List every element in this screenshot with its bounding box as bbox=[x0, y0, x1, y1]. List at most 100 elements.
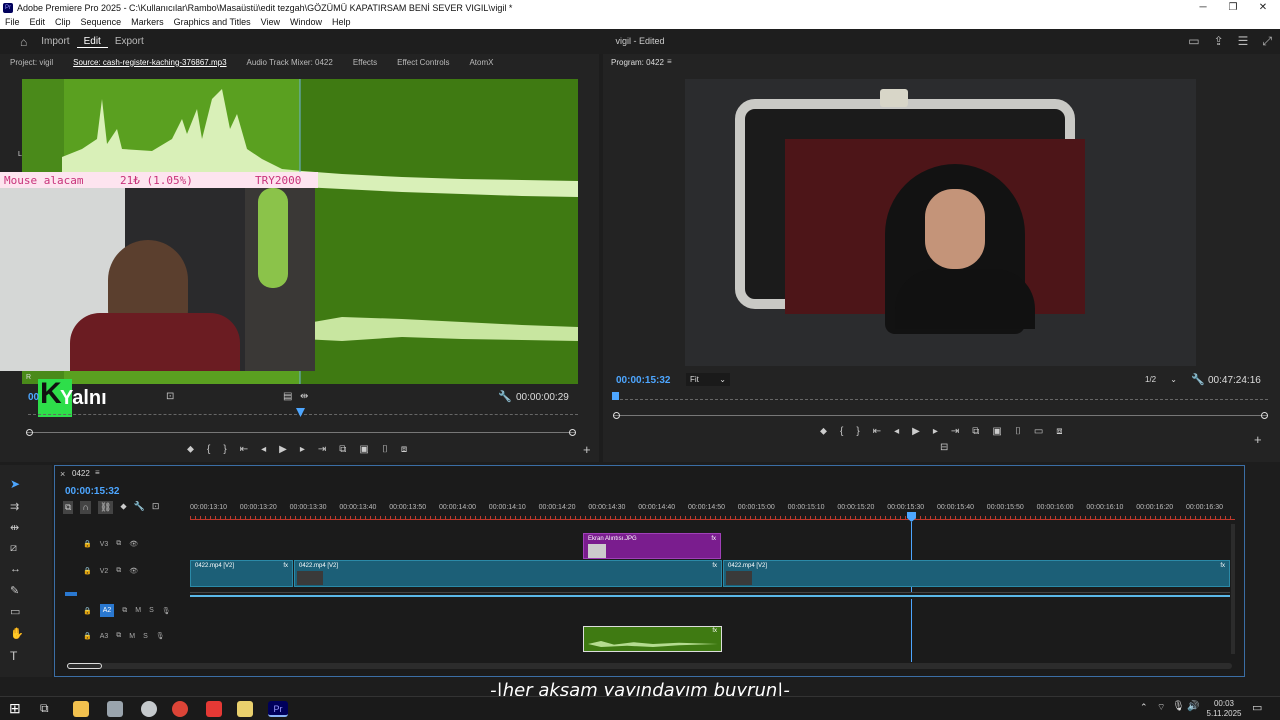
program-wrench-icon[interactable]: 🔧 bbox=[1191, 373, 1205, 386]
drag-video-icon[interactable]: ⇹ bbox=[300, 391, 308, 402]
program-add-marker-icon[interactable]: ⬥ bbox=[820, 426, 827, 437]
mute-button[interactable]: M bbox=[135, 607, 141, 614]
selection-tool-icon[interactable]: ➤ bbox=[10, 477, 20, 491]
overwrite-clip-icon[interactable]: ▣ bbox=[359, 444, 368, 455]
insert-clip-icon[interactable]: ⧉ bbox=[339, 444, 346, 455]
menu-sequence[interactable]: Sequence bbox=[76, 17, 127, 27]
task-view-icon[interactable]: ⧉ bbox=[40, 701, 49, 716]
vr-icon[interactable]: ⧈ bbox=[1056, 426, 1062, 437]
menu-file[interactable]: File bbox=[0, 17, 25, 27]
menu-edit[interactable]: Edit bbox=[25, 17, 51, 27]
timeline-timecode[interactable]: 00:00:15:32 bbox=[65, 486, 119, 497]
nest-icon[interactable]: ⧉ bbox=[63, 501, 74, 514]
program-go-to-in-icon[interactable]: ⇤ bbox=[873, 426, 881, 437]
extract-icon[interactable]: ▣ bbox=[992, 426, 1001, 437]
tab-effects[interactable]: Effects bbox=[343, 58, 387, 67]
mark-out-icon[interactable]: } bbox=[223, 444, 226, 455]
rectangle-tool-icon[interactable]: ▭ bbox=[10, 605, 20, 618]
timeline-close-icon[interactable]: × bbox=[60, 469, 65, 479]
network-icon[interactable]: ⌔ bbox=[1157, 702, 1165, 713]
vertical-scrollbar[interactable] bbox=[1231, 524, 1235, 654]
source-timecode[interactable]: 00 bbox=[28, 392, 39, 403]
program-video[interactable] bbox=[685, 79, 1196, 366]
hand-tool-icon[interactable]: ✋ bbox=[10, 627, 24, 640]
chrome-icon[interactable] bbox=[172, 701, 188, 717]
menu-help[interactable]: Help bbox=[327, 17, 356, 27]
menu-graphics-titles[interactable]: Graphics and Titles bbox=[169, 17, 256, 27]
ripple-edit-tool-icon[interactable]: ⇹ bbox=[10, 521, 19, 534]
windows-start-icon[interactable]: ⊞ bbox=[9, 700, 21, 717]
tray-chevron-icon[interactable]: ⌃ bbox=[1140, 702, 1148, 713]
sync-lock-icon[interactable]: ⧉ bbox=[122, 607, 127, 615]
app-icon[interactable] bbox=[107, 701, 123, 717]
program-play-icon[interactable]: ▶ bbox=[912, 426, 920, 437]
microphone-tray-icon[interactable]: 🎙 bbox=[1172, 701, 1185, 712]
sync-lock-icon[interactable]: ⧉ bbox=[116, 632, 121, 640]
comparison-view-icon[interactable]: ⊟ bbox=[940, 442, 948, 453]
share-icon[interactable]: ⇪ bbox=[1214, 34, 1224, 49]
insert-icon[interactable]: ⊡ bbox=[166, 391, 174, 402]
panel-layout-icon[interactable]: ▭ bbox=[1188, 34, 1199, 49]
play-icon[interactable]: ▶ bbox=[279, 444, 287, 455]
mute-button[interactable]: M bbox=[129, 633, 135, 640]
menu-markers[interactable]: Markers bbox=[126, 17, 169, 27]
wrench-icon[interactable]: 🔧 bbox=[498, 390, 512, 403]
video-clip[interactable]: 0422.mp4 [V2] fx bbox=[723, 560, 1230, 587]
sequence-tab[interactable]: 0422 bbox=[72, 469, 90, 478]
video-clip[interactable]: 0422.mp4 [V2] fx bbox=[294, 560, 722, 587]
volume-icon[interactable]: 🔊 bbox=[1187, 701, 1199, 712]
export-frame-icon[interactable]: ▤ bbox=[283, 391, 292, 402]
go-to-out-icon[interactable]: ⇥ bbox=[318, 444, 326, 455]
button-editor-icon[interactable]: ⧈ bbox=[401, 444, 407, 455]
add-button-icon[interactable]: + bbox=[583, 442, 591, 457]
tab-source[interactable]: Source: cash-register-kaching-376867.mp3 bbox=[63, 58, 236, 67]
close-button[interactable]: ✕ bbox=[1248, 0, 1278, 15]
program-playhead[interactable] bbox=[612, 392, 619, 400]
step-back-icon[interactable]: ◂ bbox=[261, 444, 266, 455]
type-tool-icon[interactable]: T bbox=[10, 649, 17, 663]
program-go-to-out-icon[interactable]: ⇥ bbox=[951, 426, 959, 437]
lock-icon[interactable]: 🔒 bbox=[83, 540, 92, 548]
menu-clip[interactable]: Clip bbox=[50, 17, 76, 27]
graphic-clip[interactable]: Ekran Alıntısı.JPG fx bbox=[583, 533, 721, 559]
program-step-back-icon[interactable]: ◂ bbox=[894, 426, 899, 437]
timeline-marker-icon[interactable]: ⬥ bbox=[120, 501, 126, 514]
linked-selection-icon[interactable]: ⛓ bbox=[97, 501, 114, 514]
fit-select[interactable]: Fit ⌄ bbox=[686, 373, 730, 386]
microphone-icon[interactable]: 🎙 bbox=[162, 607, 171, 615]
tab-effect-controls[interactable]: Effect Controls bbox=[387, 58, 459, 67]
program-mark-in-icon[interactable]: { bbox=[840, 426, 843, 437]
nav-import[interactable]: Import bbox=[34, 36, 76, 47]
media-player-icon[interactable] bbox=[237, 701, 253, 717]
solo-button[interactable]: S bbox=[149, 607, 154, 614]
sync-lock-icon[interactable]: ⧉ bbox=[116, 540, 121, 548]
source-zoom-bar[interactable] bbox=[26, 429, 576, 436]
audio-track-a1-strip[interactable] bbox=[190, 592, 1230, 599]
minimize-button[interactable]: ─ bbox=[1188, 0, 1218, 15]
nav-edit[interactable]: Edit bbox=[76, 36, 108, 48]
clock-time[interactable]: 00:03 bbox=[1210, 699, 1238, 708]
lock-icon[interactable]: 🔒 bbox=[83, 632, 92, 640]
file-explorer-icon[interactable] bbox=[73, 701, 89, 717]
track-a2-label[interactable]: A2 bbox=[99, 604, 115, 617]
program-menu-icon[interactable]: ≡ bbox=[667, 57, 672, 66]
safe-margins-icon[interactable]: ▭ bbox=[1034, 426, 1043, 437]
solo-button[interactable]: S bbox=[143, 633, 148, 640]
sequence-menu-icon[interactable]: ≡ bbox=[95, 468, 100, 477]
program-ruler[interactable] bbox=[615, 394, 1268, 400]
video-clip[interactable]: 0422.mp4 [V2] fx bbox=[190, 560, 293, 587]
go-to-in-icon[interactable]: ⇤ bbox=[240, 444, 248, 455]
snap-icon[interactable]: ∩ bbox=[80, 501, 91, 514]
captions-icon[interactable]: ⊡ bbox=[152, 501, 160, 514]
tab-audio-mixer[interactable]: Audio Track Mixer: 0422 bbox=[237, 58, 343, 67]
resolution-select[interactable]: 1/2 ⌄ bbox=[1141, 373, 1179, 386]
app-icon[interactable] bbox=[206, 701, 222, 717]
tab-project[interactable]: Project: vigil bbox=[0, 58, 63, 67]
program-camera-icon[interactable]: ⌷ bbox=[1015, 426, 1021, 437]
program-add-button-icon[interactable]: + bbox=[1254, 432, 1262, 447]
notification-icon[interactable]: ▭ bbox=[1252, 701, 1262, 714]
track-target-indicator[interactable] bbox=[65, 592, 77, 596]
timeline-scrollbar[interactable] bbox=[67, 663, 1232, 669]
lock-icon[interactable]: 🔒 bbox=[83, 567, 92, 575]
menu-window[interactable]: Window bbox=[285, 17, 327, 27]
